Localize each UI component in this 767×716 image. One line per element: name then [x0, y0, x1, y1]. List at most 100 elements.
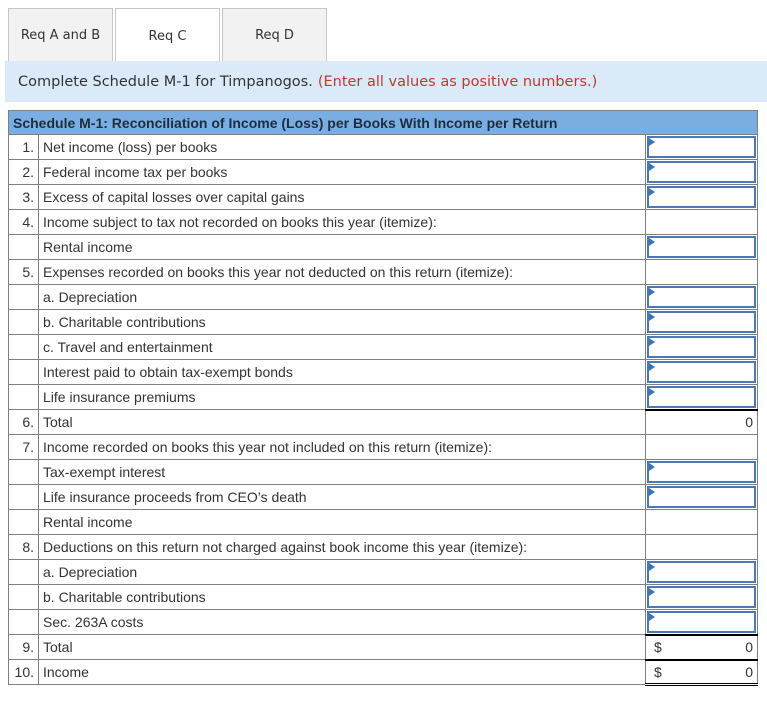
amount-input[interactable]: [647, 186, 756, 208]
currency-symbol: $: [654, 663, 662, 680]
table-row: a. Depreciation: [8, 284, 758, 310]
line-label: Income subject to tax not recorded on bo…: [38, 209, 646, 235]
line-number: 1.: [8, 134, 39, 160]
amount-input[interactable]: [647, 286, 756, 308]
amount-cell: [645, 609, 758, 635]
instruction-note: (Enter all values as positive numbers.): [317, 73, 598, 90]
line-label: Rental income: [38, 509, 646, 535]
line-number: 2.: [8, 159, 39, 185]
line-number: 6.: [8, 409, 39, 435]
table-row: 8. Deductions on this return not charged …: [8, 534, 758, 560]
amount-cell: [645, 134, 758, 160]
total-amount: 0: [745, 639, 753, 655]
line-label: Total: [38, 634, 646, 660]
table-row: b. Charitable contributions: [8, 584, 758, 610]
line-number: 4.: [8, 209, 39, 235]
amount-input[interactable]: [647, 161, 756, 183]
line-label: b. Charitable contributions: [38, 309, 646, 335]
line-number: [8, 584, 39, 610]
amount-input[interactable]: [647, 561, 756, 583]
line-label: c. Travel and entertainment: [38, 334, 646, 360]
amount-input[interactable]: [647, 136, 756, 158]
table-row: 4. Income subject to tax not recorded on …: [8, 209, 758, 235]
line-number: [8, 559, 39, 585]
line-number: [8, 384, 39, 410]
line-number: [8, 234, 39, 260]
line-label: Interest paid to obtain tax-exempt bonds: [38, 359, 646, 385]
line-label: Expenses recorded on books this year not…: [38, 259, 646, 285]
line-label: Income recorded on books this year not i…: [38, 434, 646, 460]
amount-input[interactable]: [647, 486, 756, 508]
line-label: Life insurance proceeds from CEO’s death: [38, 484, 646, 510]
empty-amount-cell: [645, 509, 758, 535]
line-number: [8, 309, 39, 335]
line-label: Sec. 263A costs: [38, 609, 646, 635]
instruction-text: Complete Schedule M-1 for Timpanogos.: [18, 73, 313, 90]
amount-input[interactable]: [647, 461, 756, 483]
total-value: $0: [646, 664, 757, 680]
line-number: [8, 484, 39, 510]
line-label: Life insurance premiums: [38, 384, 646, 410]
amount-input[interactable]: [647, 311, 756, 333]
line-number: 5.: [8, 259, 39, 285]
amount-input[interactable]: [647, 361, 756, 383]
line-label: b. Charitable contributions: [38, 584, 646, 610]
total-value: $0: [646, 639, 757, 655]
amount-cell: [645, 359, 758, 385]
line-label: Deductions on this return not charged ag…: [38, 534, 646, 560]
line-number: 7.: [8, 434, 39, 460]
amount-input[interactable]: [647, 386, 756, 408]
line-label: a. Depreciation: [38, 559, 646, 585]
amount-cell: [645, 184, 758, 210]
total-amount: 0: [745, 663, 753, 680]
table-row: Tax-exempt interest: [8, 459, 758, 485]
line-label: Federal income tax per books: [38, 159, 646, 185]
line-number: 10.: [8, 659, 39, 685]
tab-bar: Req A and B Req C Req D: [8, 8, 329, 63]
schedule-m1-table: Schedule M-1: Reconciliation of Income (…: [8, 110, 758, 686]
table-row: 7. Income recorded on books this year not…: [8, 434, 758, 460]
line-number: 3.: [8, 184, 39, 210]
amount-cell: [645, 334, 758, 360]
line-label: Tax-exempt interest: [38, 459, 646, 485]
table-row: c. Travel and entertainment: [8, 334, 758, 360]
line-number: [8, 359, 39, 385]
amount-cell: [645, 459, 758, 485]
tab-req-d[interactable]: Req D: [222, 8, 327, 62]
line-number: [8, 609, 39, 635]
table-row: 1. Net income (loss) per books: [8, 134, 758, 160]
amount-cell: [645, 484, 758, 510]
line-label: Net income (loss) per books: [38, 134, 646, 160]
instruction-banner: Complete Schedule M-1 for Timpanogos. (E…: [5, 61, 767, 102]
amount-cell: [645, 234, 758, 260]
empty-amount-cell: [645, 209, 758, 235]
tab-req-a-and-b[interactable]: Req A and B: [8, 8, 113, 62]
table-row: Sec. 263A costs: [8, 609, 758, 635]
amount-input[interactable]: [647, 336, 756, 358]
line-number: [8, 284, 39, 310]
line-label: a. Depreciation: [38, 284, 646, 310]
amount-input[interactable]: [647, 611, 756, 633]
line-label: Excess of capital losses over capital ga…: [38, 184, 646, 210]
table-row: 5. Expenses recorded on books this year n…: [8, 259, 758, 285]
line-label: Total: [38, 409, 646, 435]
amount-input[interactable]: [647, 586, 756, 608]
table-row: b. Charitable contributions: [8, 309, 758, 335]
line-number: 8.: [8, 534, 39, 560]
table-row: 3. Excess of capital losses over capital …: [8, 184, 758, 210]
table-row: 2. Federal income tax per books: [8, 159, 758, 185]
amount-cell: [645, 584, 758, 610]
table-row: Life insurance premiums: [8, 384, 758, 410]
amount-cell: [645, 559, 758, 585]
tab-req-c[interactable]: Req C: [115, 8, 220, 63]
line-number: [8, 334, 39, 360]
line-number: [8, 459, 39, 485]
table-row: 9. Total $0: [8, 633, 758, 660]
line-number: 9.: [8, 634, 39, 660]
amount-input[interactable]: [647, 236, 756, 258]
schedule-title: Schedule M-1: Reconciliation of Income (…: [8, 110, 758, 135]
amount-cell: [645, 284, 758, 310]
table-row: 10. Income $0: [8, 658, 758, 686]
total-value-cell: $0: [645, 658, 758, 686]
table-row: a. Depreciation: [8, 559, 758, 585]
